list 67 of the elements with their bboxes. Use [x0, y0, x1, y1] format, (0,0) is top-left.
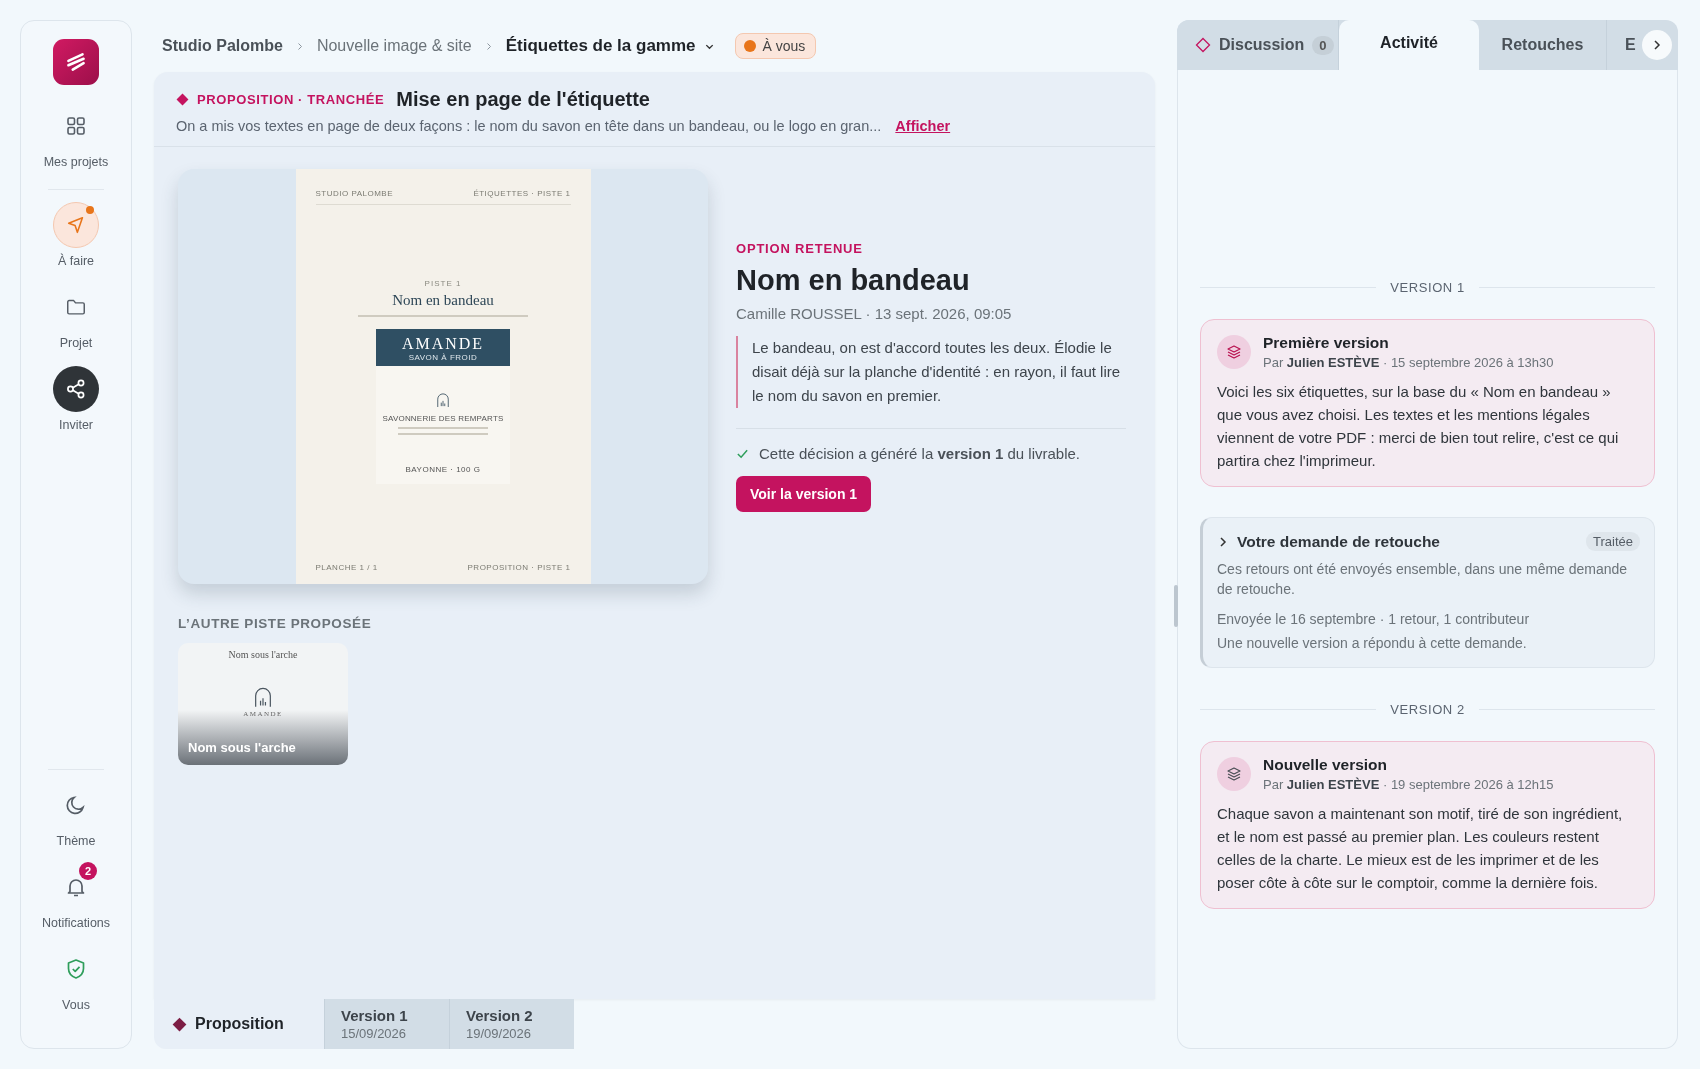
version-tab[interactable]: Version 2 19/09/2026: [449, 999, 574, 1049]
chevron-icon: [485, 41, 492, 51]
sheet-title: Nom en bandeau: [392, 292, 494, 309]
layers-icon: [1217, 335, 1251, 369]
sheet-footer: PLANCHE 1 / 1: [315, 563, 378, 572]
label-subtitle: SAVON À FROID: [408, 353, 478, 362]
section-heading: L’AUTRE PISTE PROPOSÉE: [178, 616, 373, 631]
panel-tab[interactable]: Activité: [1339, 20, 1479, 70]
arch-icon: [253, 686, 273, 708]
nav-item[interactable]: Vous: [53, 946, 99, 1012]
diamond-icon: [176, 93, 189, 106]
nav-item[interactable]: Projet: [53, 284, 99, 350]
request-footer: Une nouvelle version a répondu à cette demande.: [1217, 633, 1640, 653]
nav-item[interactable]: Thème: [53, 782, 99, 848]
card-body: Chaque savon a maintenant son motif, tiré de son ingrédient, et le nom est passé au premier plan. Les couleurs restent celles de la charte. Le mieux est de les imprimer et de les poser côte à côte sur le comptoir, comme la dernière fois.: [1217, 804, 1624, 893]
label-footer: BAYONNE · 100 G: [405, 465, 481, 474]
proposal-title: Mise en page de l'étiquette: [396, 88, 650, 111]
sheet-header: STUDIO PALOMBE: [315, 189, 394, 198]
decision-quote: Le bandeau, on est d'accord toutes les deux. Élodie le disait déjà sur la planche d'identité : en rayon, il faut lire le nom du savon en premier.: [736, 336, 1126, 408]
panel-tab[interactable]: Discussion 0: [1177, 20, 1339, 70]
card-meta: Par Julien ESTÈVE · 15 septembre 2026 à 13h30: [1263, 355, 1554, 370]
resize-handle[interactable]: [1174, 585, 1178, 627]
chevron-icon: [1217, 535, 1229, 548]
view-version-button[interactable]: Voir la version 1: [736, 476, 872, 512]
nav-item[interactable]: Mes projets: [43, 103, 109, 169]
breadcrumb-link[interactable]: Nouvelle image & site: [316, 37, 472, 55]
breadcrumb-dropdown[interactable]: Étiquettes de la gamme: [505, 36, 715, 56]
sheet-header: ÉTIQUETTES · PISTE 1: [473, 189, 571, 198]
status-label: À vous: [762, 38, 806, 54]
breadcrumb-link[interactable]: Studio Palombe: [162, 37, 283, 55]
request-toggle[interactable]: Votre demande de retouche: [1217, 532, 1440, 551]
decision-meta: Camille ROUSSEL · 13 sept. 2026, 09:05: [736, 305, 1013, 322]
decision-title: Nom en bandeau: [736, 264, 971, 297]
grid-icon: [64, 114, 88, 138]
version-tab[interactable]: Version 1 15/09/2026: [324, 999, 449, 1049]
proposal-tag: PROPOSITION · TRANCHÉE: [197, 92, 385, 107]
scroll-right-button[interactable]: [1641, 30, 1672, 60]
proposal-summary: On a mis vos textes en page de deux façons : le nom du savon en tête dans un bandeau, ou le logo en gran...: [176, 118, 882, 134]
label-maker: SAVONNERIE DES REMPARTS: [382, 414, 504, 423]
sheet-kicker: PISTE 1: [424, 279, 462, 288]
chevron-icon: [296, 41, 303, 51]
status-badge: Traitée: [1586, 532, 1640, 551]
diamond-outline-icon: [1195, 37, 1211, 53]
sheet-footer: PROPOSITION · PISTE 1: [467, 563, 571, 572]
card-meta: Par Julien ESTÈVE · 19 septembre 2026 à 12h15: [1263, 777, 1554, 792]
thumbnail-caption: Nom sous l'arche: [188, 740, 296, 755]
diamond-icon: [172, 1016, 187, 1032]
check-icon: [736, 447, 749, 460]
version-divider: VERSION 2: [1390, 702, 1465, 717]
request-meta: Envoyée le 16 septembre · 1 retour, 1 contributeur: [1217, 610, 1531, 629]
decision-label: OPTION RETENUE: [736, 241, 864, 256]
nav-item[interactable]: 2 Notifications: [41, 864, 111, 930]
version-tab[interactable]: Proposition: [154, 999, 324, 1049]
label-name: AMANDE: [401, 335, 485, 353]
thumbnail-title: Nom sous l'arche: [228, 649, 298, 660]
layers-icon: [1217, 757, 1251, 791]
version-divider: VERSION 1: [1390, 280, 1465, 295]
card-title: Première version: [1263, 334, 1390, 352]
card-body: Voici les six étiquettes, sur la base du « Nom en bandeau » que vous avez choisi. Les textes et les mentions légales viennent de votre PDF : merci de bien tout relire, c'est ce qui partira chez l'imprimeur.: [1217, 382, 1620, 471]
arch-icon: [436, 392, 450, 408]
count-badge: 0: [1312, 35, 1334, 55]
request-text: Ces retours ont été envoyés ensemble, dans une même demande de retouche.: [1217, 560, 1629, 599]
app-logo[interactable]: [53, 39, 99, 85]
show-more-link[interactable]: Afficher: [895, 118, 951, 134]
card-title: Nouvelle version: [1263, 756, 1389, 774]
notification-badge: 2: [79, 862, 97, 880]
decision-note: Cette décision a généré la version 1 du livrable.: [759, 445, 1081, 462]
